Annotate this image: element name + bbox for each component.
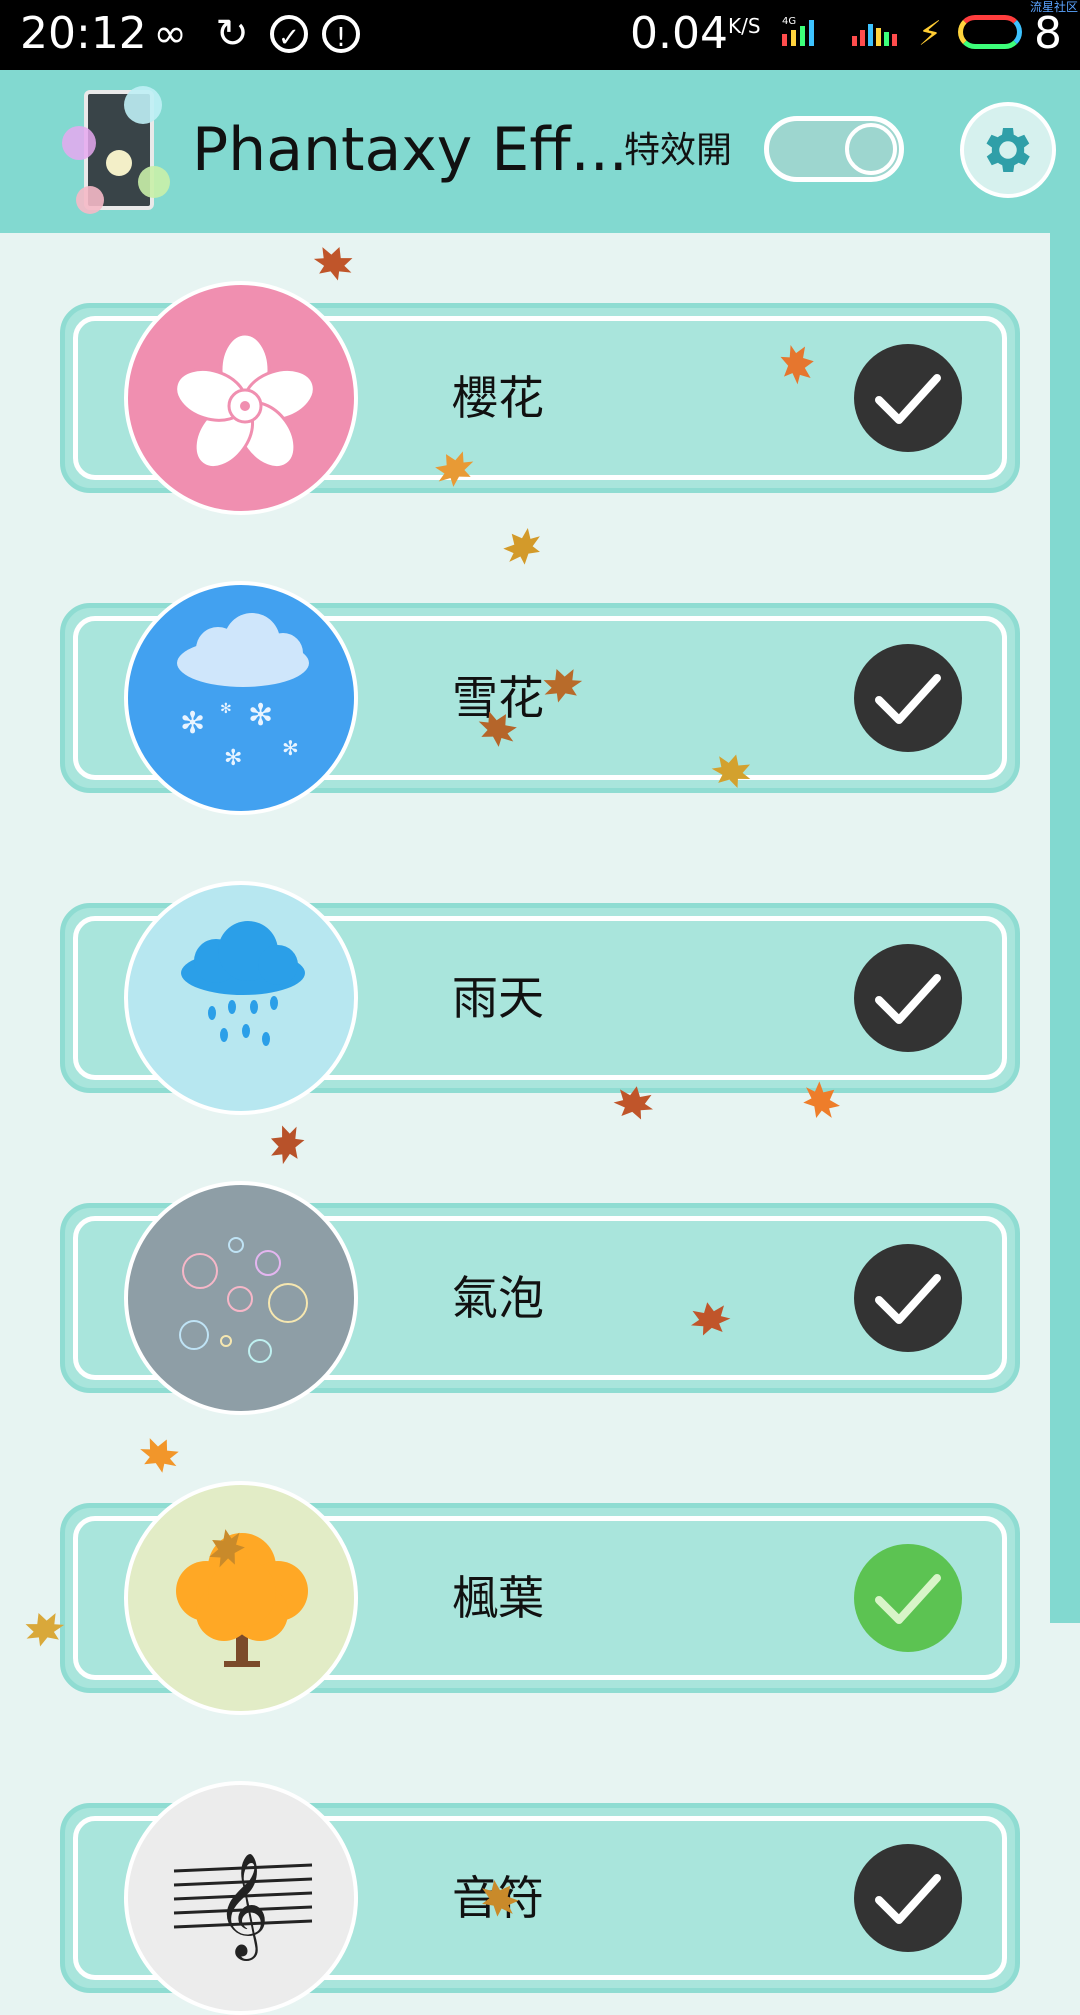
effect-item-maple[interactable]: 楓葉 bbox=[60, 1481, 1020, 1715]
effects-list: 櫻花 ✻ ✻ ✻ ✻ ✻ 雪花 雨天 氣泡 楓葉 𝄞 bbox=[0, 233, 1050, 2015]
battery-icon bbox=[958, 15, 1022, 49]
status-time: 20:12 bbox=[20, 8, 147, 59]
select-check-button[interactable] bbox=[854, 1244, 962, 1352]
gear-icon bbox=[986, 128, 1030, 172]
check-circle-icon: ✓ bbox=[270, 15, 308, 53]
checkmark-icon bbox=[875, 374, 941, 424]
checkmark-icon bbox=[875, 674, 941, 724]
effect-toggle-label: 特效開 bbox=[624, 130, 733, 171]
svg-text:✻: ✻ bbox=[220, 701, 232, 717]
checkmark-icon bbox=[875, 974, 941, 1024]
effect-item-snow[interactable]: ✻ ✻ ✻ ✻ ✻ 雪花 bbox=[60, 581, 1020, 815]
checkmark-icon bbox=[875, 1874, 941, 1924]
bubbles-icon bbox=[124, 1181, 358, 1415]
select-check-button[interactable] bbox=[854, 644, 962, 752]
maple-leaf-icon bbox=[780, 344, 814, 385]
svg-text:✻: ✻ bbox=[248, 698, 273, 733]
svg-text:✻: ✻ bbox=[282, 736, 299, 760]
select-check-button-selected[interactable] bbox=[854, 1544, 962, 1652]
effect-item-cherry[interactable]: 櫻花 bbox=[60, 281, 1020, 515]
effect-label: 雨天 bbox=[452, 971, 544, 1025]
maple-leaf-icon bbox=[613, 1086, 654, 1120]
svg-text:𝄞: 𝄞 bbox=[216, 1852, 269, 1961]
net-speed-unit: K/S bbox=[728, 14, 761, 38]
effect-item-music[interactable]: 𝄞 音符 bbox=[60, 1781, 1020, 2015]
toggle-knob bbox=[845, 123, 897, 175]
infinity-icon: ∞ bbox=[153, 11, 187, 57]
net-speed: 0.04 bbox=[630, 8, 728, 59]
corner-watermark: 流星社区 bbox=[1029, 0, 1078, 14]
effect-label: 櫻花 bbox=[452, 371, 544, 425]
effect-label: 氣泡 bbox=[452, 1271, 544, 1325]
alert-icon: ! bbox=[322, 15, 360, 53]
select-check-button[interactable] bbox=[854, 344, 962, 452]
app-title: Phantaxy Eff... bbox=[192, 115, 628, 185]
cherry-blossom-icon bbox=[124, 281, 358, 515]
signal-4g-icon: 4G bbox=[782, 16, 814, 46]
svg-text:✻: ✻ bbox=[224, 746, 242, 771]
effect-toggle[interactable] bbox=[764, 116, 904, 182]
battery-level: 8 bbox=[1034, 8, 1062, 59]
charging-icon: ⚡ bbox=[918, 14, 942, 54]
svg-text:✻: ✻ bbox=[180, 706, 205, 741]
app-logo-icon bbox=[62, 86, 172, 216]
checkmark-icon bbox=[875, 1574, 941, 1624]
app-header: Phantaxy Eff... 特效開 bbox=[0, 70, 1080, 233]
maple-leaf-icon bbox=[690, 1302, 731, 1336]
select-check-button[interactable] bbox=[854, 944, 962, 1052]
effect-item-rain[interactable]: 雨天 bbox=[60, 881, 1020, 1115]
checkmark-icon bbox=[875, 1274, 941, 1324]
maple-tree-icon bbox=[124, 1481, 358, 1715]
settings-button[interactable] bbox=[960, 102, 1056, 198]
effect-label: 楓葉 bbox=[452, 1571, 544, 1625]
signal-bars-icon bbox=[852, 24, 897, 46]
status-bar: 20:12 ∞ ↻ ✓ ! 0.04 K/S 4G ⚡ 8 流星社区 bbox=[0, 0, 1080, 70]
scrollbar-track[interactable] bbox=[1050, 233, 1080, 1623]
music-staff-icon: 𝄞 bbox=[124, 1781, 358, 2015]
snow-cloud-icon: ✻ ✻ ✻ ✻ ✻ bbox=[124, 581, 358, 815]
sync-icon: ↻ bbox=[215, 11, 249, 57]
rain-cloud-icon bbox=[124, 881, 358, 1115]
effect-item-bubbles[interactable]: 氣泡 bbox=[60, 1181, 1020, 1415]
select-check-button[interactable] bbox=[854, 1844, 962, 1952]
network-type-label: 4G bbox=[782, 16, 796, 27]
